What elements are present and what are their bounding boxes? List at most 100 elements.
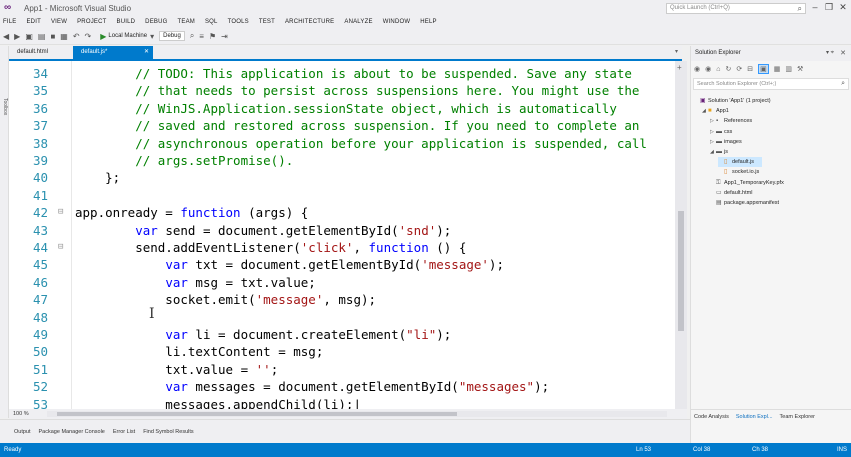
indent-icon[interactable]: ⇥: [221, 32, 228, 41]
tab-default-html[interactable]: default.html: [9, 46, 71, 59]
tree-item[interactable]: ▷ ▬ images: [710, 137, 742, 147]
code-line[interactable]: 45 var txt = document.getElementById('me…: [9, 256, 675, 273]
settings-wrench-icon[interactable]: ⚒: [797, 65, 803, 73]
tab-output[interactable]: Output: [14, 429, 31, 435]
tab-team-explorer[interactable]: Team Explorer: [780, 414, 815, 420]
start-debugging-icon[interactable]: ▶: [100, 32, 106, 41]
minimize-button[interactable]: –: [810, 2, 820, 12]
code-line[interactable]: 51 txt.value = '';: [9, 361, 675, 378]
menu-build[interactable]: BUILD: [117, 19, 136, 25]
close-button[interactable]: ✕: [838, 2, 848, 13]
code-editor[interactable]: I 34 // TODO: This application is about …: [9, 61, 675, 409]
editor-vertical-scrollbar[interactable]: +: [675, 61, 687, 409]
code-line[interactable]: 50 li.textContent = msg;: [9, 343, 675, 360]
sync-icon[interactable]: ↻: [725, 65, 731, 73]
tree-item[interactable]: ▣ Solution 'App1' (1 project): [694, 96, 771, 106]
collapse-icon[interactable]: ⊟: [58, 204, 63, 221]
tree-item[interactable]: ◢ ■ App1: [702, 106, 729, 116]
quick-launch-input[interactable]: Quick Launch (Ctrl+Q) ⌕: [666, 3, 806, 14]
show-all-files-icon[interactable]: ▣: [758, 64, 769, 74]
bookmark-icon[interactable]: ⚑: [209, 32, 216, 41]
tab-overflow-icon[interactable]: ▾: [675, 48, 678, 55]
tab-package-manager-console[interactable]: Package Manager Console: [39, 429, 105, 435]
menu-edit[interactable]: EDIT: [26, 19, 40, 25]
menu-project[interactable]: PROJECT: [77, 19, 106, 25]
maximize-button[interactable]: ❒: [824, 2, 834, 13]
code-line[interactable]: 44 ⊟ send.addEventListener('click', funct…: [9, 239, 675, 256]
split-icon[interactable]: +: [677, 63, 682, 72]
tree-item[interactable]: ▯ socket.io.js: [718, 167, 759, 177]
tree-item[interactable]: ⚿ App1_TemporaryKey.pfx: [710, 178, 784, 188]
tree-item[interactable]: ▷ ▬ css: [710, 127, 732, 137]
menu-team[interactable]: TEAM: [178, 19, 195, 25]
menu-file[interactable]: FILE: [3, 19, 16, 25]
code-line[interactable]: 48: [9, 309, 675, 326]
toolbox-label[interactable]: Toolbox: [2, 98, 8, 115]
home-icon[interactable]: ⌂: [716, 66, 720, 73]
redo-icon[interactable]: ↷: [85, 32, 92, 41]
code-line[interactable]: 37 // saved and restored across suspensi…: [9, 117, 675, 134]
code-line[interactable]: 42 ⊟ app.onready = function (args) {: [9, 204, 675, 221]
comment-icon[interactable]: ≡: [199, 32, 204, 41]
save-all-icon[interactable]: ▦: [60, 32, 68, 41]
menu-analyze[interactable]: ANALYZE: [344, 19, 372, 25]
code-line[interactable]: 49 var li = document.createElement("li")…: [9, 326, 675, 343]
chevron-down-icon[interactable]: ▾: [150, 32, 154, 41]
editor-horizontal-scrollbar[interactable]: [47, 411, 667, 417]
collapse-all-icon[interactable]: ⊟: [747, 65, 753, 73]
menu-sql[interactable]: SQL: [205, 19, 218, 25]
menu-test[interactable]: TEST: [259, 19, 275, 25]
new-project-icon[interactable]: ▣: [25, 32, 33, 41]
code-line[interactable]: 53 messages.appendChild(li);|: [9, 396, 675, 409]
properties-icon[interactable]: ▦: [774, 65, 781, 73]
menu-tools[interactable]: TOOLS: [228, 19, 249, 25]
menu-window[interactable]: WINDOW: [383, 19, 411, 25]
undo-icon[interactable]: ↶: [73, 32, 80, 41]
code-line[interactable]: 34 // TODO: This application is about to…: [9, 65, 675, 82]
tree-item[interactable]: ◢ ▬ js: [710, 147, 728, 157]
scrollbar-thumb[interactable]: [678, 211, 684, 331]
find-icon[interactable]: ⌕: [190, 31, 194, 41]
tab-error-list[interactable]: Error List: [113, 429, 135, 435]
pin-icon[interactable]: ▾ ⌖: [826, 46, 834, 61]
code-line[interactable]: 43 var send = document.getElementById('s…: [9, 222, 675, 239]
preview-icon[interactable]: ▥: [785, 65, 792, 73]
refresh-icon[interactable]: ⟳: [736, 65, 742, 73]
open-file-icon[interactable]: ▤: [38, 32, 46, 41]
back-icon[interactable]: ◉: [694, 65, 700, 73]
tree-item[interactable]: ▭ default.html: [710, 188, 752, 198]
tab-find-symbol-results[interactable]: Find Symbol Results: [143, 429, 193, 435]
close-icon[interactable]: ✕: [840, 46, 846, 61]
menu-help[interactable]: HELP: [420, 19, 436, 25]
toolbox-strip[interactable]: Toolbox: [0, 46, 9, 418]
navigate-forward-icon[interactable]: ▶: [14, 32, 20, 41]
tab-default-js[interactable]: default.js* ✕: [73, 46, 153, 59]
tab-code-analysis[interactable]: Code Analysis: [694, 414, 729, 420]
code-line[interactable]: 52 var messages = document.getElementByI…: [9, 378, 675, 395]
tree-item[interactable]: ▯ default.js: [718, 157, 763, 168]
tree-item[interactable]: ▤ package.appxmanifest: [710, 198, 779, 208]
menu-debug[interactable]: DEBUG: [145, 19, 167, 25]
close-icon[interactable]: ✕: [144, 46, 149, 59]
tree-item[interactable]: ▷ ▪ References: [710, 116, 752, 126]
scrollbar-thumb[interactable]: [57, 412, 457, 416]
zoom-level[interactable]: 100 %: [13, 411, 29, 417]
code-line[interactable]: 46 var msg = txt.value;: [9, 274, 675, 291]
code-line[interactable]: 41: [9, 187, 675, 204]
collapse-icon[interactable]: ⊟: [58, 239, 63, 256]
code-line[interactable]: 40 };: [9, 169, 675, 186]
menu-view[interactable]: VIEW: [51, 19, 67, 25]
code-line[interactable]: 38 // asynchronous operation before your…: [9, 135, 675, 152]
configuration-dropdown[interactable]: Debug: [159, 31, 185, 41]
code-line[interactable]: 36 // WinJS.Application.sessionState obj…: [9, 100, 675, 117]
navigate-back-icon[interactable]: ◀: [3, 32, 9, 41]
run-target-label[interactable]: Local Machine: [108, 33, 147, 39]
tab-solution-explorer[interactable]: Solution Expl...: [736, 414, 773, 420]
code-line[interactable]: 39 // args.setPromise().: [9, 152, 675, 169]
forward-icon[interactable]: ◉: [705, 65, 711, 73]
menu-architecture[interactable]: ARCHITECTURE: [285, 19, 334, 25]
code-line[interactable]: 35 // that needs to persist across suspe…: [9, 82, 675, 99]
save-icon[interactable]: ■: [50, 32, 55, 41]
code-line[interactable]: 47 socket.emit('message', msg);: [9, 291, 675, 308]
solution-explorer-search-input[interactable]: Search Solution Explorer (Ctrl+;) ⌕: [693, 78, 849, 90]
